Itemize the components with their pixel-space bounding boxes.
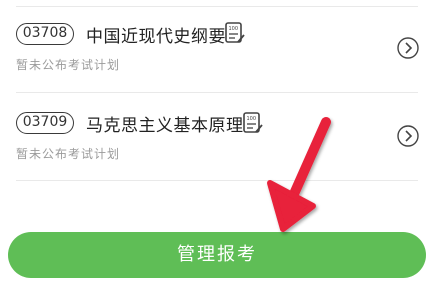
svg-text:100: 100 <box>229 26 239 32</box>
course-row[interactable]: 03709 马克思主义基本原理 100 暂未公布考试计划 <box>0 92 434 178</box>
course-code-badge: 03709 <box>16 112 74 134</box>
chevron-right-icon[interactable] <box>397 125 419 147</box>
course-code-badge: 03708 <box>16 23 74 45</box>
exam-doc-icon[interactable]: 100 <box>225 22 245 44</box>
course-title: 马克思主义基本原理 <box>86 116 244 136</box>
exam-doc-icon[interactable]: 100 <box>243 112 263 134</box>
row-divider <box>16 180 418 181</box>
course-row[interactable]: 03708 中国近现代史纲要 100 暂未公布考试计划 <box>0 6 434 92</box>
svg-text:100: 100 <box>247 116 257 122</box>
course-title: 中国近现代史纲要 <box>86 27 226 47</box>
chevron-right-icon[interactable] <box>397 37 419 59</box>
exam-plan-status: 暂未公布考试计划 <box>16 147 121 161</box>
manage-registration-button[interactable]: 管理报考 <box>8 232 426 278</box>
exam-plan-status: 暂未公布考试计划 <box>16 58 121 72</box>
